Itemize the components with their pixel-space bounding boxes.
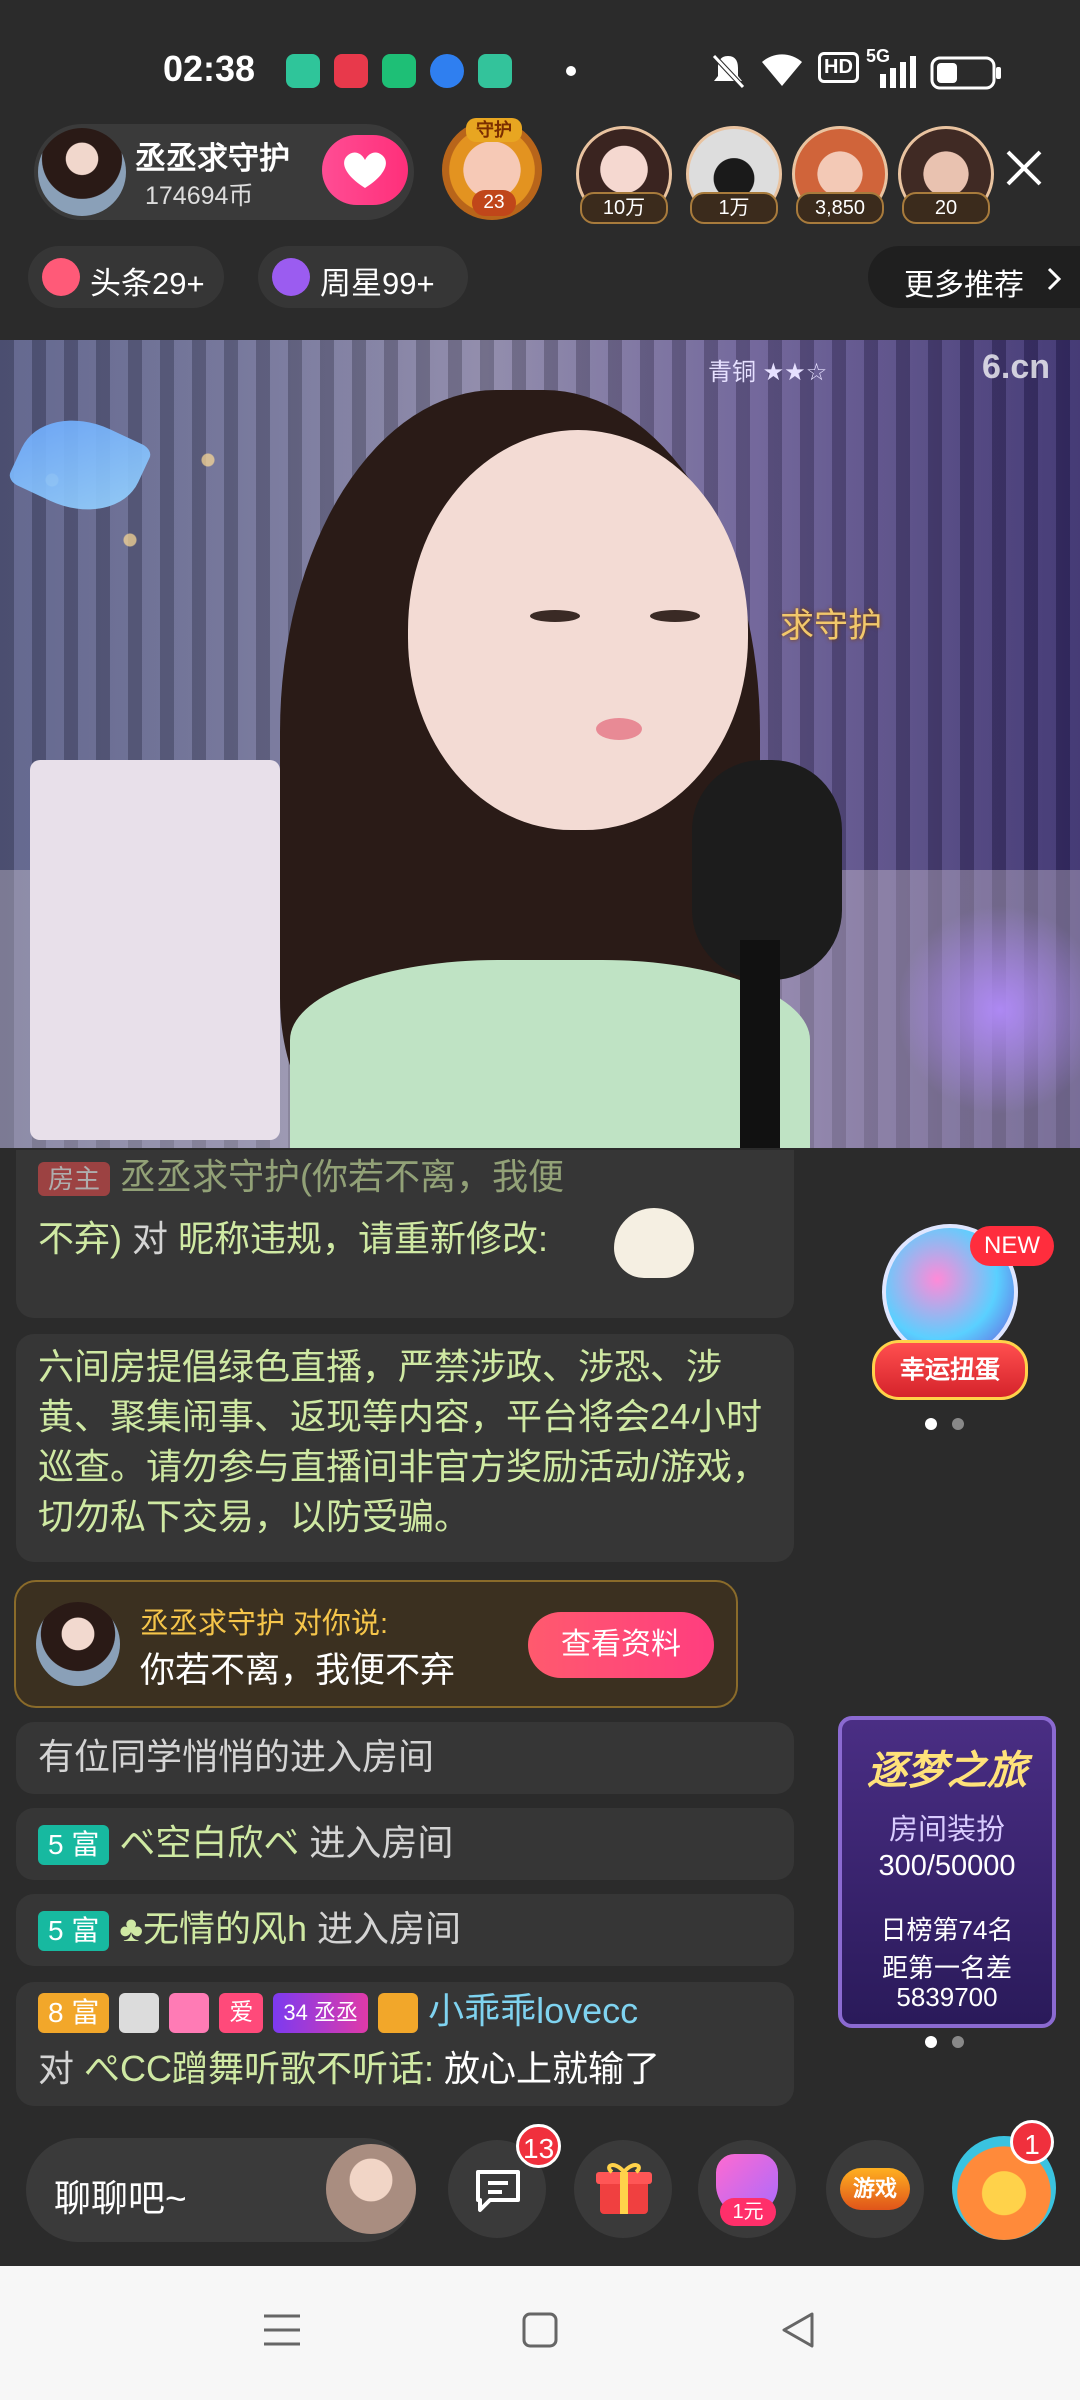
wealth-level-badge: 8 富 (38, 1993, 110, 2034)
role-badge: 房主 (38, 1162, 111, 1197)
one-yuan-button[interactable]: 1元 (698, 2140, 796, 2238)
download-notification-icon (286, 54, 320, 88)
live-video[interactable] (0, 340, 1080, 1148)
chat-text: 放心上就输了 (444, 2048, 661, 2089)
chat-text: 昵称违规，请重新修改: (178, 1218, 549, 1259)
viewer-count: 1万 (690, 192, 778, 224)
private-message-card[interactable]: 丞丞求守护 对你说: 你若不离，我便不弃 查看资料 (14, 1580, 738, 1708)
video-overlay-text: 求守护 (780, 607, 882, 645)
chat-target: ぺCC蹭舞听歌不听话: (84, 2048, 435, 2089)
game-button[interactable]: 游戏 (826, 2140, 924, 2238)
journey-progress: 300/50000 (878, 1850, 1016, 1882)
mascot-badge: 1 (1010, 2120, 1054, 2164)
private-text: 你若不离，我便不弃 (140, 1651, 456, 1690)
sender-avatar[interactable] (36, 1602, 120, 1686)
message-icon (476, 2170, 520, 2212)
menu-icon[interactable] (262, 2310, 302, 2350)
fire-icon (42, 258, 80, 296)
close-icon[interactable] (1004, 148, 1044, 188)
mic-user-avatar[interactable] (326, 2144, 416, 2234)
private-sender: 丞丞求守护 对你说: (140, 1608, 389, 1640)
fan-level: 34 (283, 2000, 308, 2026)
gift-icon (596, 2163, 652, 2214)
journey-rank: 日榜第74名 (880, 1915, 1014, 1945)
heart-icon (344, 152, 386, 188)
page-dot-active (925, 2036, 937, 2048)
chat-username: 丞丞求守护(你若不离，我便 (120, 1156, 565, 1197)
chat-message[interactable]: 有位同学悄悄的进入房间 (16, 1722, 794, 1794)
app-notification-icon (334, 54, 368, 88)
more-recommend-label: 更多推荐 (904, 269, 1024, 302)
week-star-label: 周星99+ (320, 266, 435, 301)
more-notifications-dot (566, 66, 576, 76)
journey-gap-label: 距第一名差 (881, 1953, 1012, 1983)
chat-username: 小乖乖lovecc (428, 1990, 639, 2031)
hd-indicator: HD (818, 52, 859, 83)
wifi-icon (762, 54, 802, 86)
gift-button[interactable] (574, 2140, 672, 2238)
battery-icon (930, 56, 1001, 90)
love-badge: 爱 (219, 1993, 264, 2034)
chat-message[interactable]: 5 富 ベ空白欣ベ 进入房间 (16, 1808, 794, 1880)
chat-message[interactable]: 房主 丞丞求守护(你若不离，我便 不弃) 对 昵称违规，请重新修改: (16, 1150, 794, 1318)
status-bar: 02:38 HD 5G (0, 0, 1080, 120)
back-icon[interactable] (778, 2310, 818, 2350)
notice-text: 六间房提倡绿色直播，严禁涉政、涉恐、涉黄、聚集闹事、返现等内容，平台将会24小时… (38, 1346, 769, 1537)
chevron-right-icon (1047, 267, 1062, 291)
vip-card-icon (378, 1993, 419, 2034)
chat-username: ベ空白欣ベ (119, 1822, 300, 1863)
guard-shield-icon (119, 1993, 160, 2034)
follow-button[interactable] (322, 135, 408, 205)
journey-gap-value: 5839700 (896, 1982, 998, 2012)
more-recommend-button[interactable]: 更多推荐 (868, 246, 1080, 308)
new-badge: NEW (970, 1226, 1054, 1266)
shop-notification-icon (382, 54, 416, 88)
dream-journey-widget[interactable]: 逐梦之旅 房间装扮 300/50000 日榜第74名 距第一名差 5839700 (838, 1716, 1056, 2028)
wealth-level-badge: 5 富 (38, 1911, 110, 1952)
game-label: 游戏 (840, 2168, 910, 2210)
guard-count: 23 (472, 190, 516, 216)
viewer-count: 20 (902, 192, 990, 224)
chat-message[interactable]: 5 富 ♣无情的风h 进入房间 (16, 1894, 794, 1966)
viewer-count: 10万 (580, 192, 668, 224)
page-dot (952, 2036, 964, 2048)
system-nav-bar (0, 2266, 1080, 2400)
anchor-coins: 174694币 (145, 182, 254, 210)
page-dot (952, 1418, 964, 1430)
notes-notification-icon (478, 54, 512, 88)
anchor-name: 丞丞求守护 (135, 141, 290, 176)
view-profile-button[interactable]: 查看资料 (528, 1612, 714, 1678)
messages-count-badge: 13 (516, 2124, 562, 2168)
signal-icon (880, 56, 916, 88)
rank-badge: 青铜 ★★☆ (708, 359, 828, 386)
heart-badge-icon (169, 1993, 210, 2034)
chat-username: ♣无情的风h (119, 1908, 308, 1949)
page-dot-active (925, 1418, 937, 1430)
enter-notice: 有位同学悄悄的进入房间 (38, 1736, 435, 1777)
mute-icon (712, 54, 745, 89)
system-notice: 六间房提倡绿色直播，严禁涉政、涉恐、涉黄、聚集闹事、返现等内容，平台将会24小时… (16, 1334, 794, 1562)
star-icon (272, 258, 310, 296)
browser-notification-icon (430, 54, 464, 88)
one-yuan-label: 1元 (720, 2198, 776, 2226)
watermark-logo: 6.cn (982, 348, 1051, 386)
gacha-label: 幸运扭蛋 (872, 1340, 1028, 1400)
viewer-count: 3,850 (796, 192, 884, 224)
chat-input[interactable]: 聊聊吧~ (26, 2138, 416, 2242)
journey-title: 逐梦之旅 (867, 1749, 1027, 1793)
anchor-avatar[interactable] (38, 128, 126, 216)
week-star-chip[interactable]: 周星99+ (258, 246, 468, 308)
headline-chip[interactable]: 头条29+ (28, 246, 224, 308)
wealth-level-badge: 5 富 (38, 1825, 110, 1866)
guard-label: 守护 (466, 118, 522, 142)
home-icon[interactable] (520, 2310, 560, 2350)
chat-message[interactable]: 8 富 爱 34 丞丞 小乖乖lovecc 对 ぺCC蹭舞听歌不听话: 放心上就… (16, 1982, 794, 2106)
sticker-emoji (614, 1208, 694, 1278)
chat-placeholder: 聊聊吧~ (54, 2178, 187, 2219)
journey-subtitle: 房间装扮 (888, 1814, 1005, 1846)
fan-club-name: 丞丞 (314, 2000, 359, 2026)
clock: 02:38 (163, 48, 256, 89)
headline-label: 头条29+ (90, 266, 205, 301)
